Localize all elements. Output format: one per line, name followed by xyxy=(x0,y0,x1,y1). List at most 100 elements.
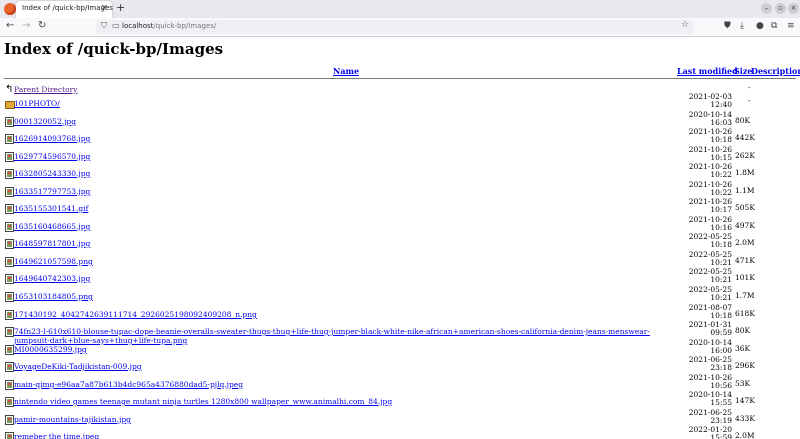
file-size: - xyxy=(748,83,751,92)
pocket-icon[interactable]: ⛊ xyxy=(724,21,731,31)
file-link[interactable]: main-qimg-e96aa7a87b613b4dc965a4376880da… xyxy=(14,380,243,389)
extensions-icon[interactable]: ⧉ xyxy=(771,21,777,31)
file-link[interactable]: 1635160468665.jpg xyxy=(14,222,90,231)
tab-active[interactable]: Index of /quick-bp/Images × xyxy=(16,1,113,18)
last-modified: 2021-08-07 10:18 xyxy=(672,304,732,320)
modified-time: 10:18 xyxy=(710,240,732,249)
page-title: Index of /quick-bp/Images xyxy=(4,40,224,58)
last-modified: 2020-10-14 16:03 xyxy=(672,111,732,127)
parent-directory-link[interactable]: Parent Directory xyxy=(14,85,77,94)
file-size: 262K xyxy=(735,151,755,160)
modified-time: 10:21 xyxy=(710,258,732,267)
account-icon[interactable]: ● xyxy=(756,21,764,31)
file-size: 1.1M xyxy=(735,186,755,195)
image-icon xyxy=(5,222,14,232)
minimize-icon[interactable]: – xyxy=(761,3,772,14)
file-link[interactable]: 171430192_4042742639111714_2926025198092… xyxy=(14,310,257,319)
last-modified: 2021-10-26 10:22 xyxy=(672,163,732,179)
modified-time: 23:18 xyxy=(710,363,732,372)
last-modified: 2021-10-26 10:56 xyxy=(672,374,732,390)
last-modified: 2021-10-26 10:15 xyxy=(672,146,732,162)
file-link[interactable]: 1632805243330.jpg xyxy=(14,169,90,178)
file-link[interactable]: pamir-mountains-tajikistan.jpg xyxy=(14,415,131,424)
file-size: 497K xyxy=(735,221,755,230)
navigation-bar: ← → ↻ ⛉ ▭ localhost/quick-bp/Images/ ☆ ⛊… xyxy=(0,18,800,37)
download-icon[interactable]: ⤓ xyxy=(740,21,744,31)
image-icon xyxy=(5,310,14,320)
modified-time: 10:18 xyxy=(710,135,732,144)
file-link[interactable]: 0001320052.jpg xyxy=(14,117,76,126)
file-size: 80K xyxy=(735,326,751,335)
file-link[interactable]: 1633517797753.jpg xyxy=(14,187,90,196)
file-size: - xyxy=(748,96,751,105)
file-link[interactable]: 1653103184805.png xyxy=(14,292,93,301)
file-link[interactable]: 1648597817801.jpg xyxy=(14,239,90,248)
image-icon xyxy=(5,380,14,390)
modified-time: 10:21 xyxy=(710,293,732,302)
forward-icon[interactable]: → xyxy=(22,20,30,31)
image-icon xyxy=(5,187,14,197)
image-icon xyxy=(5,292,14,302)
maximize-icon[interactable]: ▫ xyxy=(775,3,786,14)
last-modified: 2021-10-26 10:22 xyxy=(672,181,732,197)
column-header-name[interactable]: Name xyxy=(333,66,359,76)
modified-time: 10:21 xyxy=(710,275,732,284)
file-size: 1.7M xyxy=(735,291,755,300)
modified-time: 16:00 xyxy=(710,346,732,355)
last-modified: 2021-10-26 10:16 xyxy=(672,216,732,232)
modified-time: 10:18 xyxy=(710,311,732,320)
tab-bar: Index of /quick-bp/Images × + – ▫ × xyxy=(0,0,800,18)
tab-close-icon[interactable]: × xyxy=(100,3,108,13)
file-size: 2.0M xyxy=(735,431,755,439)
last-modified: 2021-06-25 23:19 xyxy=(672,409,732,425)
file-size: 618K xyxy=(735,309,755,318)
modified-time: 10:22 xyxy=(710,170,732,179)
file-size: 101K xyxy=(735,273,755,282)
new-tab-icon[interactable]: + xyxy=(116,1,125,14)
modified-time: 15:55 xyxy=(710,398,732,407)
file-row: remeber the time.jpeg 2022-01-20 15:59 2.0M xyxy=(0,426,800,439)
tab-title: Index of /quick-bp/Images xyxy=(22,4,113,12)
modified-time: 12:40 xyxy=(710,100,732,109)
file-link[interactable]: 1626914093768.jpg xyxy=(14,134,90,143)
column-header-size[interactable]: Size xyxy=(734,66,752,76)
file-link[interactable]: 1635155301541.gif xyxy=(14,204,88,213)
modified-time: 15:59 xyxy=(710,433,732,439)
last-modified: 2022-05-25 10:18 xyxy=(672,233,732,249)
file-link[interactable]: 74fn23-l-610x610-blouse-tupac-dope-beani… xyxy=(14,327,662,345)
image-icon xyxy=(5,239,14,249)
file-size: 80K xyxy=(735,116,751,125)
menu-icon[interactable]: ≡ xyxy=(787,21,795,31)
close-window-icon[interactable]: × xyxy=(788,3,799,14)
file-size: 1.8M xyxy=(735,168,755,177)
last-modified: 2022-05-25 10:21 xyxy=(672,286,732,302)
url-bar[interactable]: ⛉ ▭ localhost/quick-bp/Images/ ☆ xyxy=(96,20,694,34)
shield-icon[interactable]: ⛉ xyxy=(101,21,107,31)
url-text: localhost/quick-bp/Images/ xyxy=(122,22,217,30)
column-header-last-modified[interactable]: Last modified xyxy=(677,66,738,76)
file-size: 471K xyxy=(735,256,755,265)
last-modified: 2020-10-14 15:55 xyxy=(672,391,732,407)
firefox-icon[interactable] xyxy=(4,3,16,15)
bookmark-star-icon[interactable]: ☆ xyxy=(681,20,689,30)
image-icon xyxy=(5,274,14,284)
page-info-icon[interactable]: ▭ xyxy=(112,21,120,30)
modified-time: 10:22 xyxy=(710,188,732,197)
back-icon[interactable]: ← xyxy=(6,20,14,31)
file-link[interactable]: nintendo video games teenage mutant ninj… xyxy=(14,397,392,406)
file-link[interactable]: remeber the time.jpeg xyxy=(14,432,99,439)
file-link[interactable]: 1629774596570.jpg xyxy=(14,152,90,161)
file-link[interactable]: 101PHOTO/ xyxy=(14,99,60,108)
reload-icon[interactable]: ↻ xyxy=(38,20,46,31)
modified-time: 10:15 xyxy=(710,153,732,162)
file-link[interactable]: MI0000635299.jpg xyxy=(14,345,87,354)
file-link[interactable]: VoyageDeKiki-Tadjikistan-009.jpg xyxy=(14,362,142,371)
file-link[interactable]: 1649621057598.png xyxy=(14,257,93,266)
file-size: 147K xyxy=(735,396,755,405)
file-size: 296K xyxy=(735,361,755,370)
page-content: Index of /quick-bp/Images Name Last modi… xyxy=(0,37,800,439)
file-link[interactable]: 1649640742303.jpg xyxy=(14,274,90,283)
file-size: 2.0M xyxy=(735,238,755,247)
column-header-description[interactable]: Description xyxy=(751,66,800,76)
image-icon xyxy=(5,397,14,407)
